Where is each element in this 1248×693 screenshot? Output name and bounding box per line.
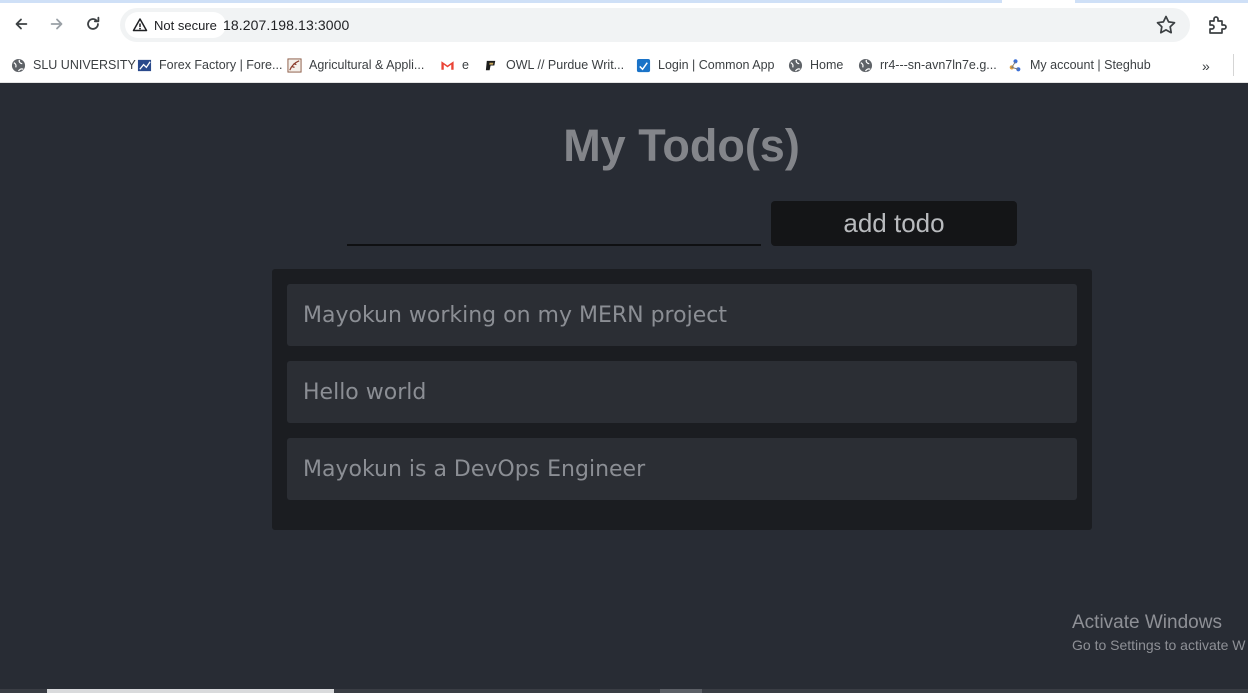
- todo-list: Mayokun working on my MERN project Hello…: [272, 269, 1092, 530]
- bookmark-gmail[interactable]: e: [440, 54, 469, 76]
- bookmark-rr4[interactable]: rr4---sn-avn7ln7e.g...: [858, 54, 997, 76]
- bookmark-forex-factory[interactable]: Forex Factory | Fore...: [137, 54, 282, 76]
- globe-icon: [858, 58, 873, 72]
- forward-button[interactable]: [43, 10, 71, 38]
- reload-icon: [87, 16, 100, 30]
- watermark-title: Activate Windows: [1072, 612, 1222, 633]
- bookmark-agricultural[interactable]: Agricultural & Appli...: [287, 54, 424, 76]
- loading-bar-segment: [1075, 0, 1248, 3]
- arrow-right-icon: [50, 18, 63, 30]
- url-text[interactable]: 18.207.198.13:3000: [223, 17, 349, 33]
- bookmark-home[interactable]: Home: [788, 54, 843, 76]
- bookmark-label: Forex Factory | Fore...: [159, 58, 283, 72]
- common-app-icon: [636, 58, 651, 72]
- todo-item[interactable]: Mayokun working on my MERN project: [287, 284, 1077, 346]
- reload-button[interactable]: [79, 10, 107, 38]
- bookmark-steghub[interactable]: My account | Steghub: [1008, 54, 1151, 76]
- bookmark-common-app[interactable]: Login | Common App: [636, 54, 775, 76]
- agri-icon: [287, 57, 302, 73]
- horizontal-scrollbar-thumb[interactable]: [47, 689, 334, 693]
- back-button[interactable]: [7, 10, 35, 38]
- bookmarks-overflow-button[interactable]: »: [1202, 58, 1210, 74]
- globe-icon: [788, 58, 803, 72]
- bookmark-owl-purdue[interactable]: OWL // Purdue Writ...: [484, 54, 624, 76]
- purdue-icon: [485, 60, 496, 70]
- add-todo-button[interactable]: add todo: [771, 201, 1017, 246]
- bookmarks-bar: SLU UNIVERSITY Forex Factory | Fore... A…: [0, 48, 1248, 83]
- bookmark-slu-university[interactable]: SLU UNIVERSITY: [11, 54, 136, 76]
- bookmark-label: My account | Steghub: [1030, 58, 1151, 72]
- bookmark-label: SLU UNIVERSITY: [33, 58, 136, 72]
- bookmark-label: Agricultural & Appli...: [309, 58, 425, 72]
- todo-input[interactable]: [347, 211, 761, 246]
- todo-item[interactable]: Mayokun is a DevOps Engineer: [287, 438, 1077, 500]
- bookmarks-divider: [1233, 54, 1234, 76]
- loading-bar: [0, 0, 1002, 3]
- gmail-icon: [441, 60, 454, 70]
- page-title: My Todo(s): [563, 120, 800, 171]
- forex-factory-icon: [137, 59, 152, 71]
- security-label: Not secure: [154, 17, 217, 33]
- bookmark-label: OWL // Purdue Writ...: [506, 58, 625, 72]
- bookmark-label: Login | Common App: [658, 58, 775, 72]
- globe-icon: [11, 58, 26, 72]
- todo-app: My Todo(s) add todo Mayokun working on m…: [0, 83, 1248, 693]
- warning-icon: [132, 18, 148, 32]
- address-bar[interactable]: Not secure 18.207.198.13:3000: [120, 8, 1190, 42]
- extensions-icon[interactable]: [1206, 14, 1228, 36]
- security-chip[interactable]: Not secure: [125, 12, 226, 38]
- todo-item[interactable]: Hello world: [287, 361, 1077, 423]
- browser-toolbar: Not secure 18.207.198.13:3000: [0, 0, 1248, 48]
- bookmark-label: rr4---sn-avn7ln7e.g...: [880, 58, 997, 72]
- bookmark-label: Home: [810, 58, 844, 72]
- arrow-left-icon: [15, 18, 28, 30]
- steghub-icon: [1009, 58, 1021, 71]
- bookmark-star-icon[interactable]: [1155, 14, 1177, 36]
- windows-activation-watermark: Activate Windows Go to Settings to activ…: [1072, 612, 1246, 653]
- horizontal-scrollbar-marker: [660, 689, 702, 693]
- watermark-subtitle: Go to Settings to activate W: [1072, 637, 1246, 653]
- bookmark-label: e: [462, 58, 469, 72]
